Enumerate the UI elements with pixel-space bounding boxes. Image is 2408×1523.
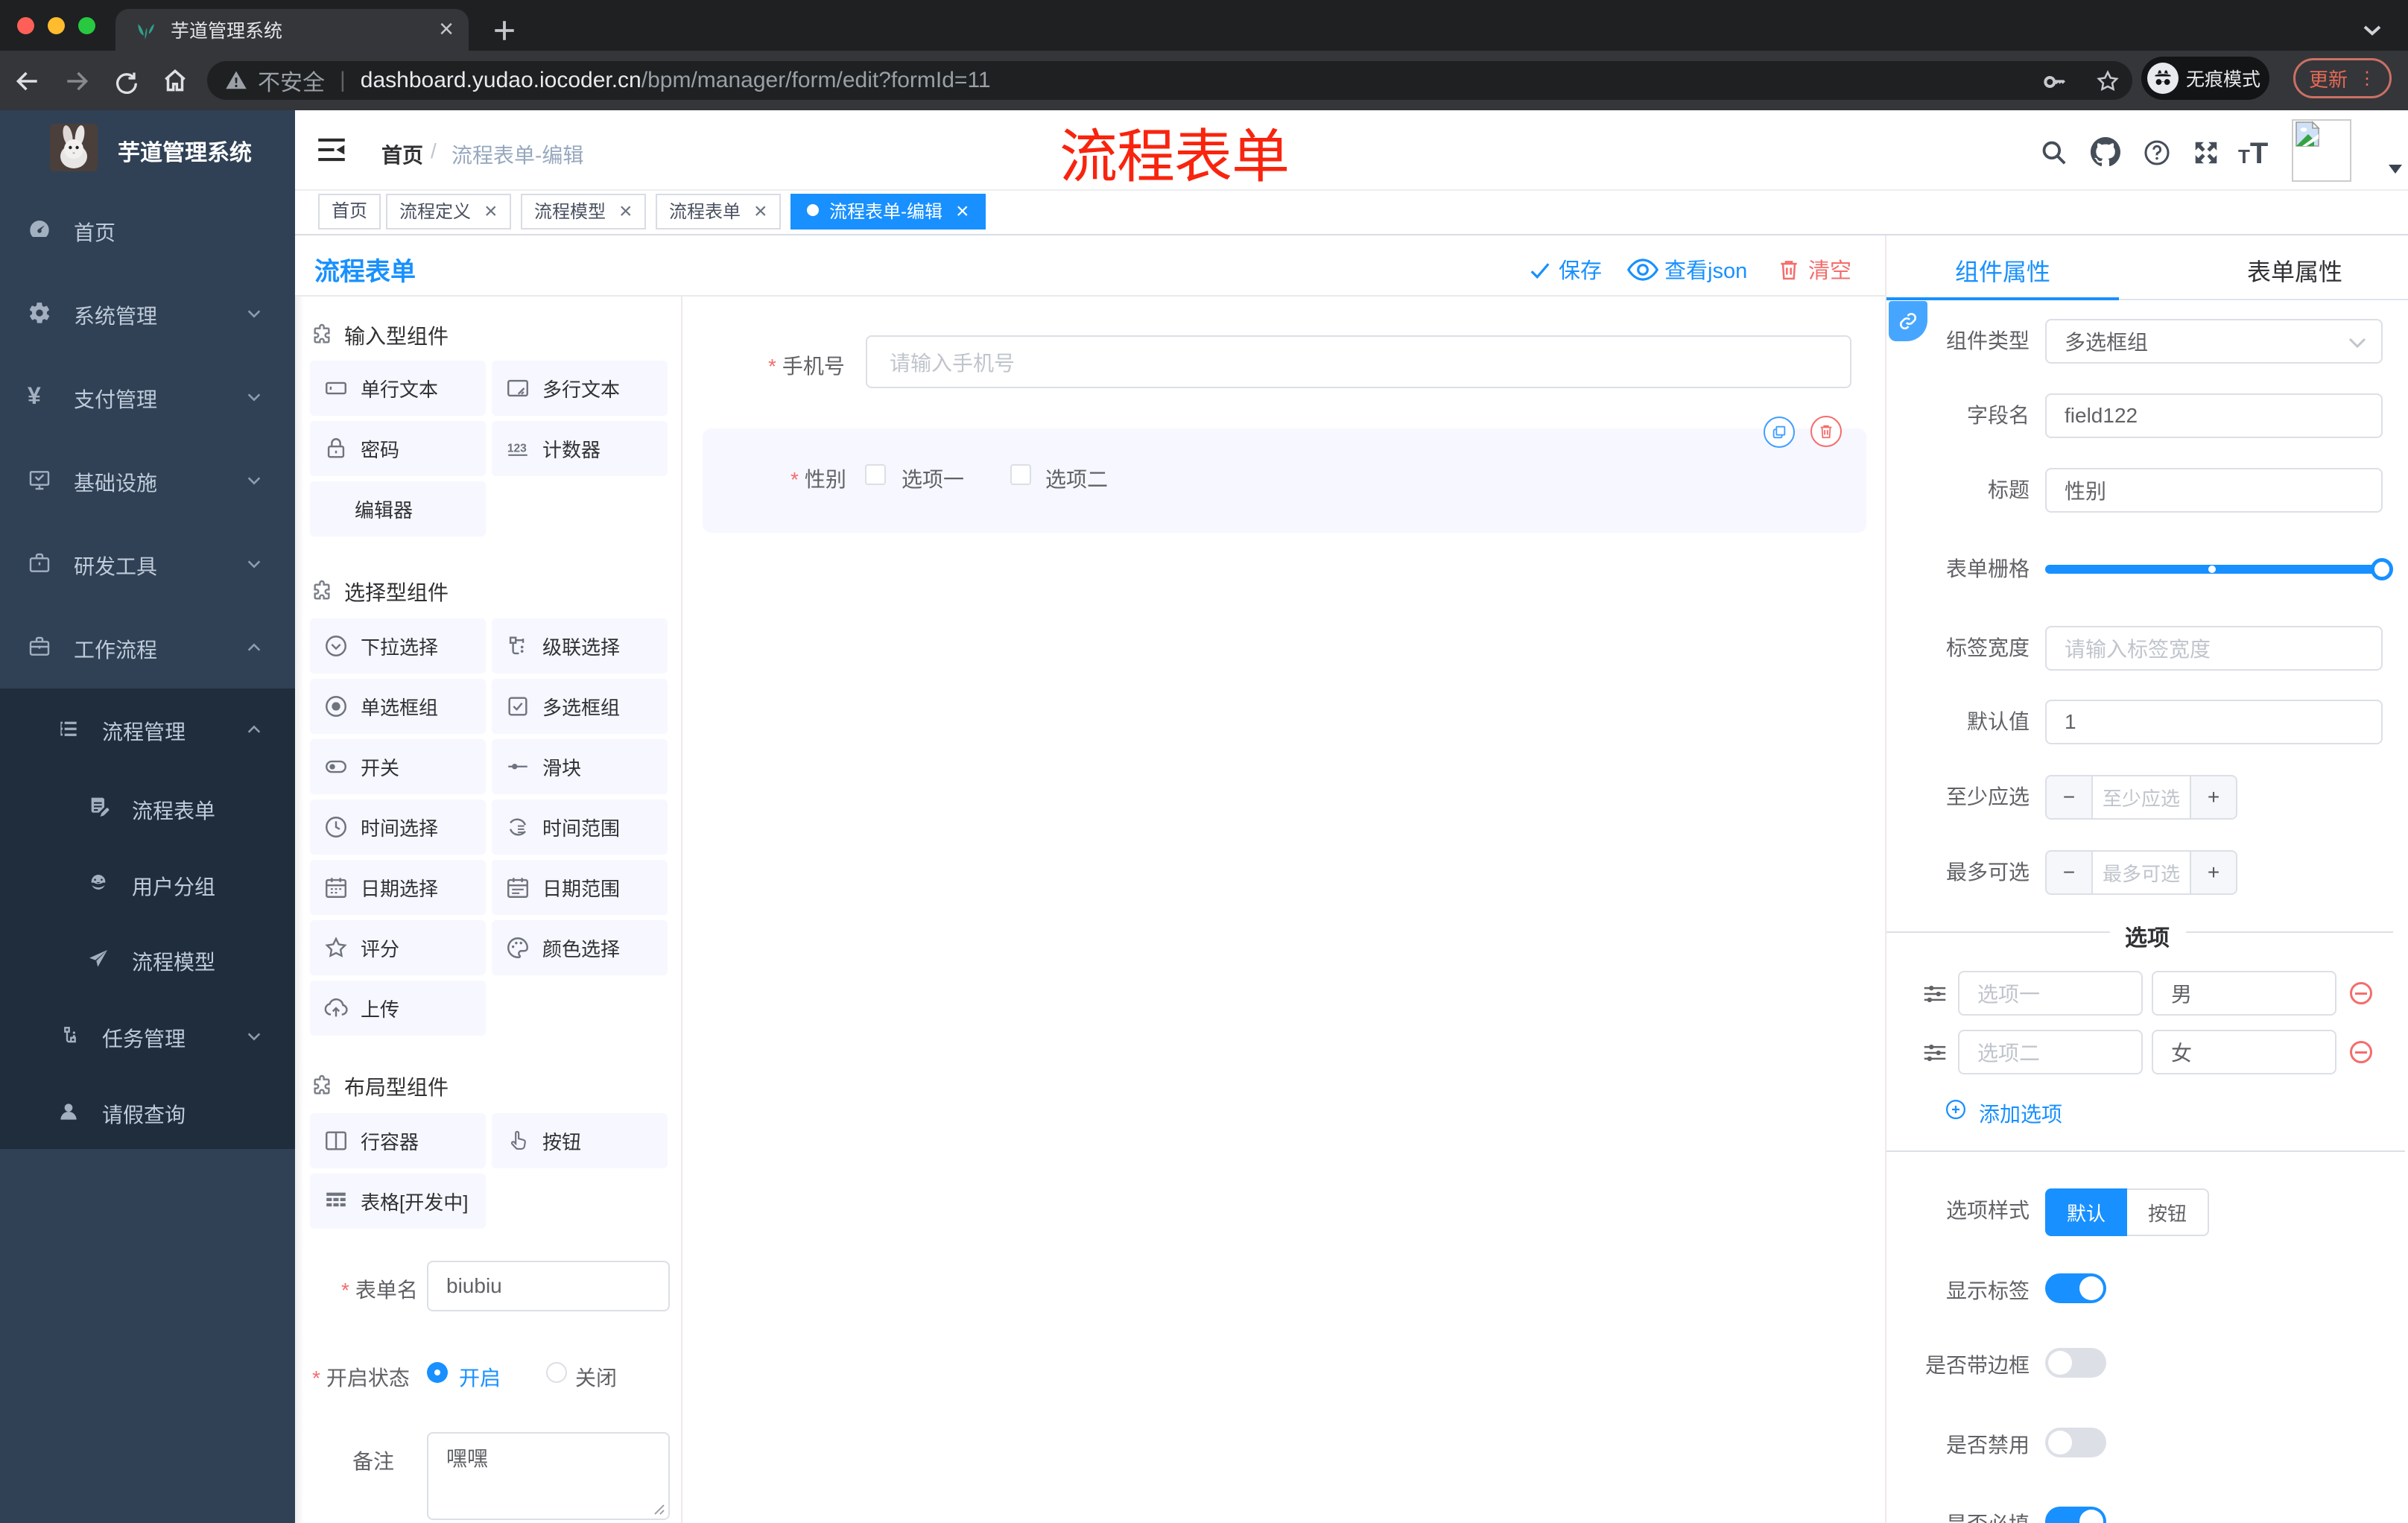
svg-text:123: 123 — [507, 442, 527, 455]
